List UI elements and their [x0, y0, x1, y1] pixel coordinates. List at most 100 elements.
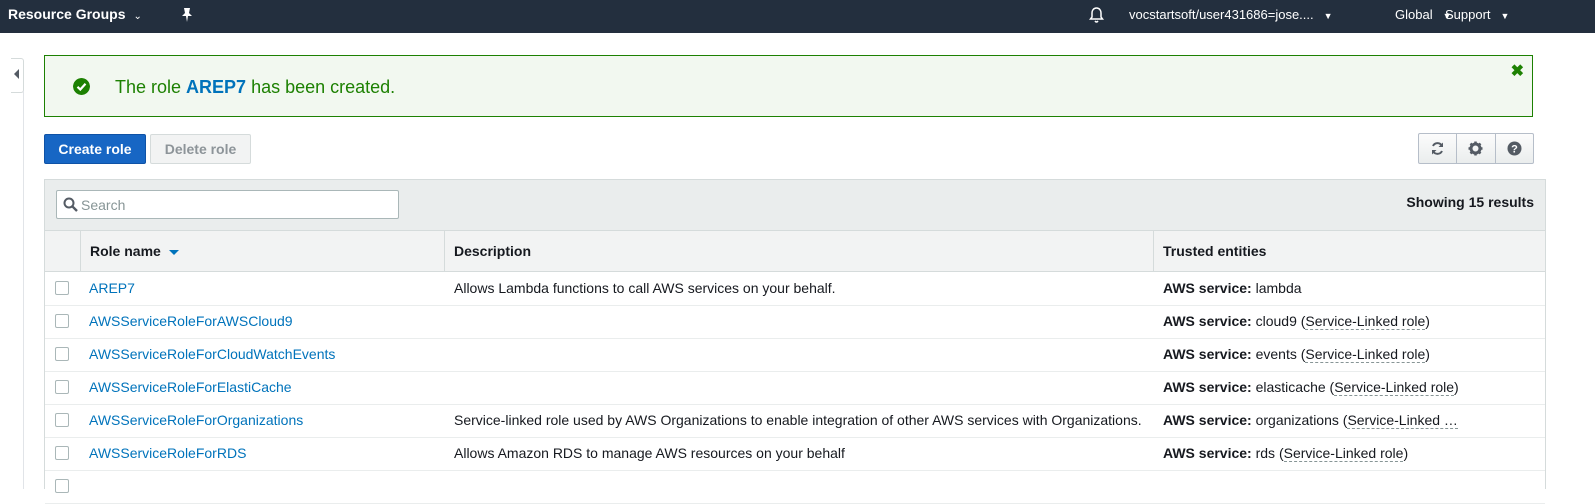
- row-checkbox[interactable]: [55, 347, 69, 361]
- service-linked-tooltip[interactable]: Service-Linked role: [1283, 445, 1404, 462]
- column-role-name-label: Role name: [90, 243, 161, 259]
- bell-icon[interactable]: [1088, 6, 1105, 24]
- results-count: Showing 15 results: [1406, 194, 1534, 210]
- close-icon[interactable]: ✖: [1511, 61, 1524, 81]
- svg-text:?: ?: [1511, 144, 1518, 156]
- role-description: [454, 371, 1154, 404]
- table-row: AWSServiceRoleForAWSCloud9 AWS service: …: [45, 305, 1545, 339]
- row-checkbox[interactable]: [55, 413, 69, 427]
- trusted-close: ): [1454, 379, 1459, 395]
- trusted-service: organizations (: [1251, 412, 1348, 428]
- service-linked-tooltip[interactable]: Service-Linked role: [1334, 379, 1455, 396]
- refresh-button[interactable]: [1419, 134, 1458, 163]
- role-description: Allows Amazon RDS to manage AWS resource…: [454, 445, 845, 461]
- role-description: Service-linked role used by AWS Organiza…: [454, 412, 1142, 428]
- collapse-arrow-icon: [14, 69, 19, 79]
- table-row: AWSServiceRoleForCloudWatchEvents AWS se…: [45, 338, 1545, 372]
- search-icon: [63, 197, 78, 212]
- table-row: AREP7 Allows Lambda functions to call AW…: [45, 272, 1545, 306]
- column-trusted-entities[interactable]: Trusted entities: [1153, 231, 1545, 271]
- sort-descending-icon[interactable]: [168, 249, 179, 255]
- delete-role-button[interactable]: Delete role: [150, 134, 251, 164]
- resource-groups-label: Resource Groups: [8, 6, 126, 22]
- column-role-name[interactable]: Role name: [80, 231, 444, 271]
- role-name-link[interactable]: AWSServiceRoleForElastiCache: [89, 371, 449, 404]
- flash-message: The role AREP7 has been created.: [115, 77, 395, 98]
- role-name-link[interactable]: AWSServiceRoleForOrganizations: [89, 404, 449, 437]
- trusted-service: rds (: [1251, 445, 1284, 461]
- region-label: Global: [1395, 7, 1433, 22]
- role-name-link[interactable]: AWSServiceRoleForRDS: [89, 437, 449, 470]
- help-icon: ?: [1507, 141, 1522, 156]
- trusted-entity: AWS service: organizations (Service-Link…: [1163, 404, 1463, 437]
- filter-bar: Showing 15 results: [45, 180, 1545, 231]
- trusted-prefix: AWS service:: [1163, 445, 1252, 461]
- table-header: Role name Description Trusted entities: [45, 231, 1545, 272]
- row-checkbox[interactable]: [55, 314, 69, 328]
- role-name-link[interactable]: AREP7: [89, 272, 449, 305]
- chevron-down-icon: ⌄: [133, 11, 142, 22]
- settings-button[interactable]: [1457, 134, 1496, 163]
- create-role-button[interactable]: Create role: [44, 134, 146, 164]
- column-description[interactable]: Description: [444, 231, 1153, 271]
- caret-down-icon: ▼: [1500, 11, 1510, 21]
- service-linked-tooltip[interactable]: Service-Linked role: [1305, 313, 1426, 330]
- service-linked-tooltip[interactable]: Service-Linked role: [1305, 346, 1426, 363]
- trusted-prefix: AWS service:: [1163, 412, 1252, 428]
- role-description: [454, 305, 1154, 338]
- row-checkbox[interactable]: [55, 446, 69, 460]
- trusted-prefix: AWS service:: [1163, 346, 1252, 362]
- flash-suffix: has been created.: [246, 77, 396, 97]
- sidebar-divider: [23, 91, 24, 489]
- trusted-close: ): [1425, 313, 1430, 329]
- trusted-service: lambda: [1251, 280, 1302, 296]
- trusted-prefix: AWS service:: [1163, 280, 1252, 296]
- trusted-prefix: AWS service:: [1163, 313, 1252, 329]
- resource-groups-menu[interactable]: Resource Groups ⌄: [8, 0, 142, 33]
- sidebar-toggle[interactable]: [11, 58, 24, 93]
- trusted-entity: AWS service: cloud9 (Service-Linked role…: [1163, 305, 1463, 338]
- support-menu[interactable]: Support ▼: [1445, 0, 1509, 33]
- flash-prefix: The role: [115, 77, 187, 97]
- roles-table: Showing 15 results Role name Description…: [44, 179, 1546, 504]
- top-nav: Resource Groups ⌄ vocstartsoft/user431686…: [0, 0, 1595, 33]
- trusted-service: cloud9 (: [1251, 313, 1306, 329]
- search-box[interactable]: [56, 190, 399, 219]
- trusted-entity: AWS service: lambda: [1163, 272, 1463, 305]
- success-flash: The role AREP7 has been created. ✖: [44, 55, 1533, 117]
- row-checkbox[interactable]: [55, 479, 69, 493]
- role-description: [454, 338, 1154, 371]
- trusted-service: elasticache (: [1251, 379, 1335, 395]
- account-menu[interactable]: vocstartsoft/user431686=jose.... ▼: [1129, 0, 1333, 33]
- table-row: AWSServiceRoleForElastiCache AWS service…: [45, 371, 1545, 405]
- table-row: AWSServiceRoleForRDS Allows Amazon RDS t…: [45, 437, 1545, 471]
- role-name-link[interactable]: AWSServiceRoleForAWSCloud9: [89, 305, 449, 338]
- pin-icon[interactable]: [180, 7, 194, 23]
- trusted-prefix: AWS service:: [1163, 379, 1252, 395]
- column-trusted-label: Trusted entities: [1163, 243, 1267, 259]
- trusted-entity: AWS service: rds (Service-Linked role): [1163, 437, 1463, 470]
- header-select-column: [45, 231, 80, 271]
- check-circle-icon: [73, 78, 90, 95]
- refresh-icon: [1432, 142, 1444, 155]
- account-label: vocstartsoft/user431686=jose....: [1129, 7, 1314, 22]
- search-input[interactable]: [81, 191, 391, 218]
- support-label: Support: [1445, 7, 1491, 22]
- help-button[interactable]: ?: [1496, 134, 1533, 163]
- table-tools: ?: [1418, 133, 1534, 164]
- caret-down-icon: ▼: [1323, 11, 1333, 21]
- flash-role-name: AREP7: [186, 77, 247, 97]
- trusted-close: ): [1403, 445, 1409, 461]
- trusted-entity: AWS service: elasticache (Service-Linked…: [1163, 371, 1463, 404]
- region-menu[interactable]: Global ▼: [1395, 0, 1452, 33]
- trusted-close: ): [1425, 346, 1430, 362]
- table-row: AWSServiceRoleForOrganizations Service-l…: [45, 404, 1545, 438]
- row-checkbox[interactable]: [55, 281, 69, 295]
- table-row: [45, 470, 1545, 504]
- trusted-entity: AWS service: events (Service-Linked role…: [1163, 338, 1463, 371]
- row-checkbox[interactable]: [55, 380, 69, 394]
- role-name-link[interactable]: AWSServiceRoleForCloudWatchEvents: [89, 338, 449, 371]
- gear-icon: [1468, 141, 1483, 156]
- role-description: Allows Lambda functions to call AWS serv…: [454, 280, 836, 296]
- service-linked-tooltip[interactable]: Service-Linked …: [1347, 412, 1458, 429]
